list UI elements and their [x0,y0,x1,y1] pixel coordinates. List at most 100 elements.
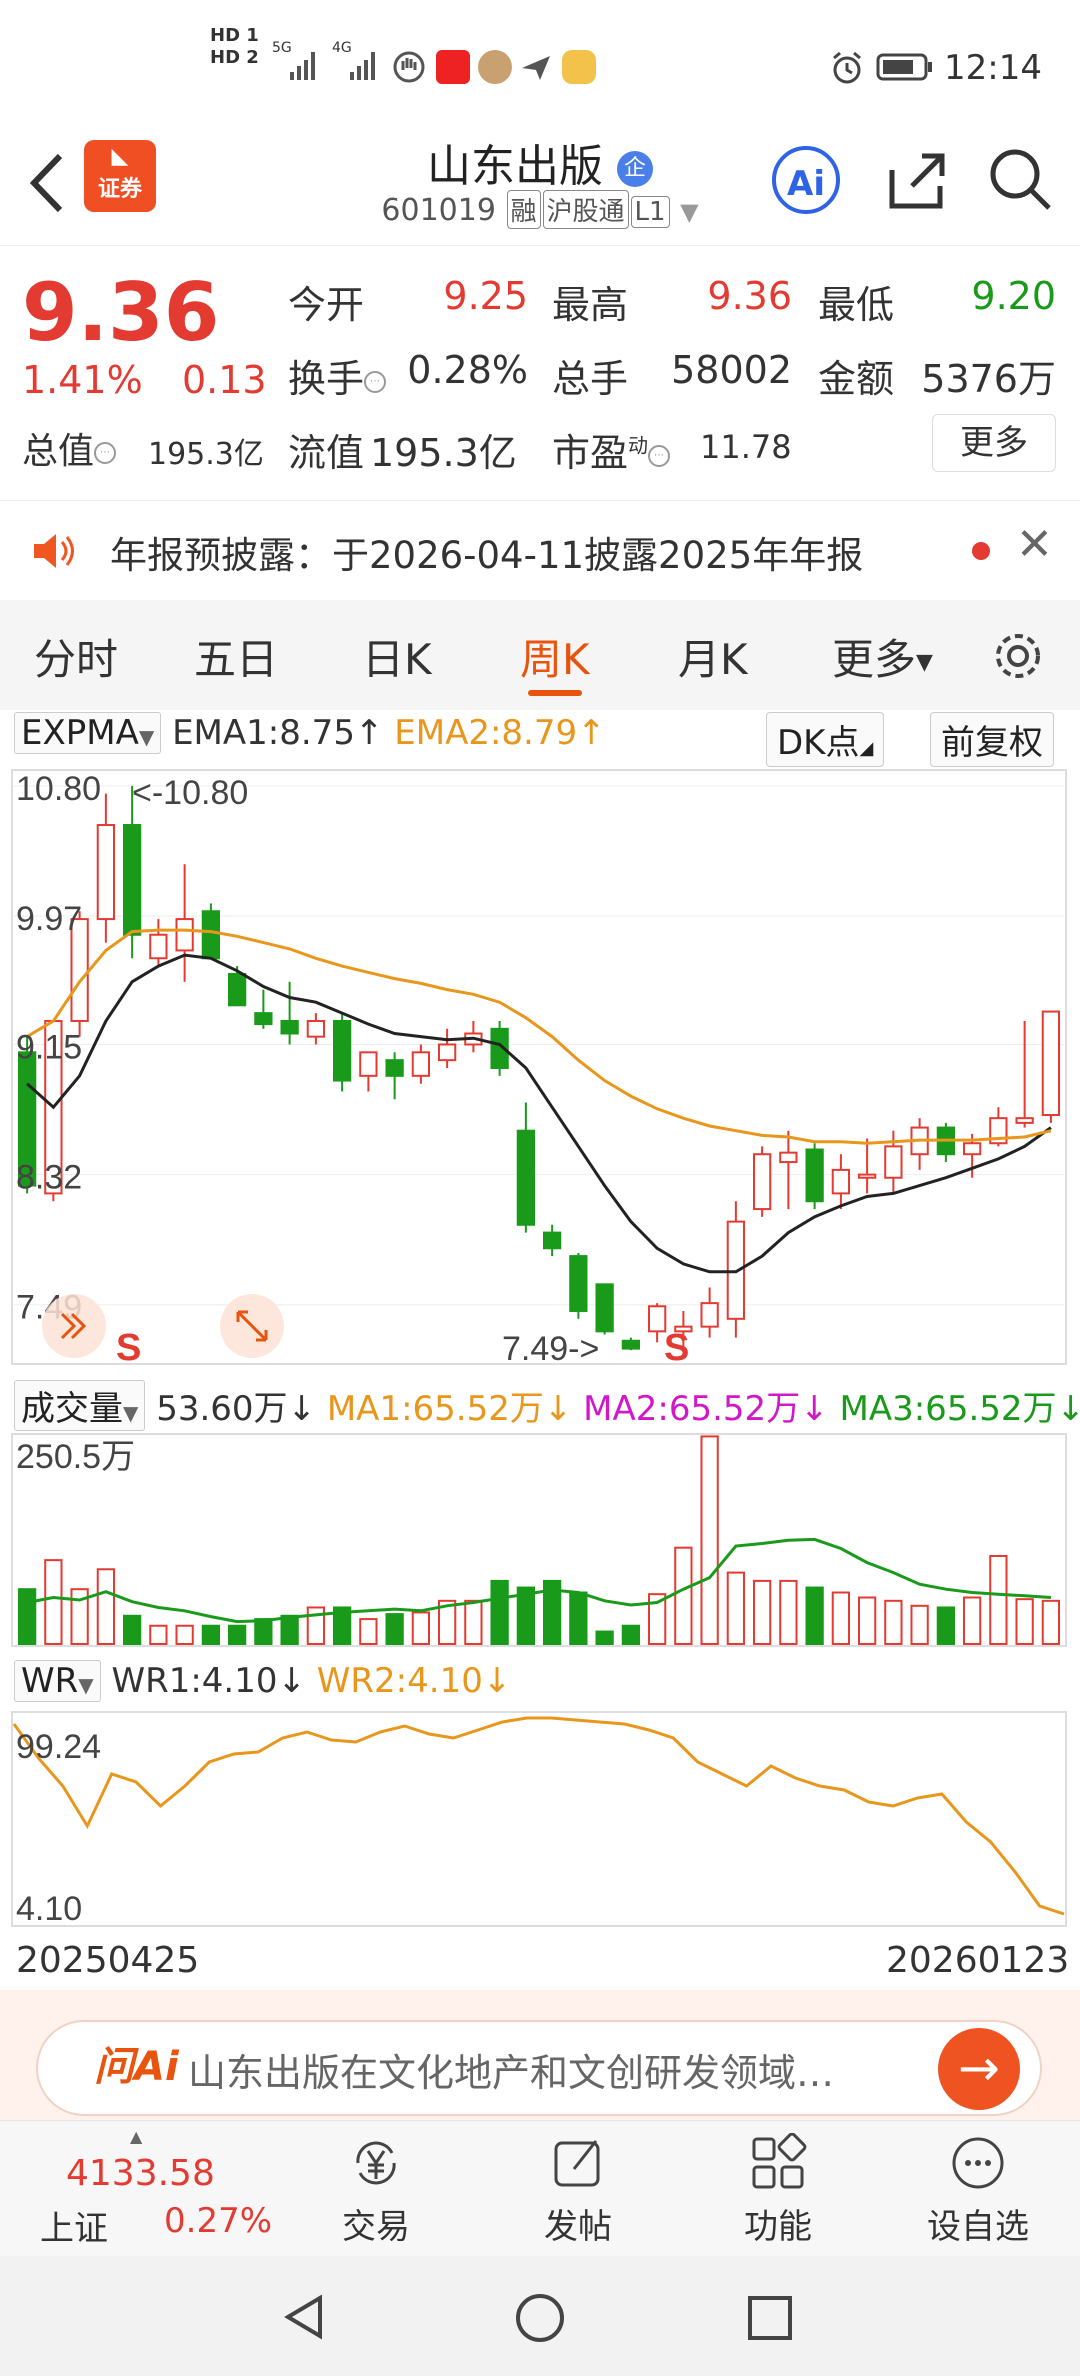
plane-icon [522,56,550,80]
volume-bar [385,1613,404,1646]
candle [359,1051,378,1077]
index-value: 4133.58 [66,2153,215,2194]
clock: 12:14 [944,48,1042,88]
volume-bar [700,1435,719,1645]
candle [779,1151,798,1164]
candle [1041,1010,1061,1117]
candle [122,824,142,936]
candle [175,918,194,952]
corporate-badge: 企 [617,151,653,187]
tab-more[interactable]: 更多▼ [832,626,933,687]
tab-daily-k[interactable]: 日K [362,626,432,687]
nav-add-watchlist[interactable]: 设自选 [908,2133,1048,2248]
index-quote[interactable]: ▲ 4133.58 上证 0.27% [20,2127,272,2249]
ai-section: 问Ai 山东出版在文化地产和文创研发领域… → [0,1990,1080,2120]
candle [332,1019,352,1082]
share-icon[interactable] [882,146,952,216]
candle [752,1153,772,1211]
volume-bar [910,1604,929,1646]
indicator-name: 成交量 [21,1389,123,1429]
indicator-select-volume[interactable]: 成交量▼ [14,1380,146,1431]
arrow-right-icon[interactable]: → [938,2028,1020,2110]
ai-button[interactable]: Ai [772,146,840,214]
low-value: 9.20 [971,274,1056,318]
volume-bar [490,1579,509,1645]
tag-connect: 沪股通 [542,190,629,229]
alarm-icon [833,51,861,84]
ai-query-bar[interactable]: 问Ai 山东出版在文化地产和文创研发领域… → [36,2020,1042,2116]
volume-bar [674,1546,693,1645]
candle [227,972,247,1007]
corner-caret-icon: ◢ [859,738,874,759]
indicator-select-wr[interactable]: WR▼ [14,1660,101,1702]
tab-more-label: 更多 [832,635,917,684]
volume-bar [621,1624,641,1645]
nav-trade[interactable]: 交易 [306,2133,446,2248]
dropdown-caret-icon: ▼ [680,198,699,226]
tag-level: L1 [630,196,670,228]
signal-icon [290,52,315,80]
dk-point-button[interactable]: DK点◢ [766,712,885,767]
min-price-marker: 7.49-> [502,1330,599,1368]
info-icon[interactable]: ⋯ [364,370,387,393]
candle [700,1302,719,1328]
kline-chart[interactable]: 10.809.979.158.327.49 <-10.80 7.49-> S S [0,768,1080,1368]
float-cap-label: 流值 [288,431,365,475]
signal-icon [350,52,375,80]
tab-intraday[interactable]: 分时 [34,626,118,687]
tab-weekly-k[interactable]: 周K [520,626,590,687]
volume-bar [962,1596,982,1645]
volume-bar [149,1624,168,1645]
turnover-label-text: 换手 [288,357,365,401]
nav-recents-icon[interactable] [746,2294,794,2342]
search-icon[interactable] [985,144,1055,214]
volume-bar [44,1559,63,1645]
candle [647,1305,667,1333]
more-quote-button[interactable]: 更多 [932,414,1056,472]
candle [280,1019,299,1035]
expand-left-button[interactable] [42,1294,106,1358]
adjust-select-button[interactable]: 前复权 [930,712,1054,767]
volume-bar [411,1611,431,1646]
y-tick-label: 8.32 [16,1159,82,1197]
volume-chart-frame [11,1433,1067,1647]
volume-chart[interactable]: 250.5万 [0,1432,1080,1648]
wr-min-label: 4.10 [16,1890,82,1928]
info-icon[interactable]: ⋯ [648,444,671,467]
high-value: 9.36 [707,274,792,318]
nav-add-watchlist-label: 设自选 [927,2207,1029,2247]
yen-cycle-icon [356,2141,396,2185]
nav-functions[interactable]: 功能 [708,2133,848,2248]
tag-margin: 融 [506,190,541,229]
expma-header: EXPMA▼ EMA1:8.75↑ EMA2:8.79↑ [14,712,606,754]
volume-bar [752,1579,772,1645]
nav-post[interactable]: 发帖 [508,2133,648,2248]
wr2-value: WR2:4.10↓ [316,1661,512,1701]
volume-bar [96,1568,116,1645]
tab-five-day[interactable]: 五日 [194,626,278,687]
date-start: 20250425 [16,1940,200,1981]
dropdown-caret-icon: ▼ [123,1401,139,1425]
nav-home-icon[interactable] [514,2292,566,2344]
volume-value: 58002 [671,348,792,392]
gear-icon[interactable] [988,626,1048,686]
max-price-marker: <-10.80 [132,774,248,812]
nav-back-icon[interactable] [280,2292,330,2342]
battery-icon [876,53,932,81]
indicator-select-expma[interactable]: EXPMA▼ [14,712,162,754]
candle [96,824,116,921]
index-name: 上证 [40,2209,108,2249]
more-dots-icon [952,2137,1004,2189]
pe-sup: 动 [628,433,649,458]
tab-monthly-k[interactable]: 月K [678,626,748,687]
close-icon[interactable]: ✕ [1016,519,1053,570]
fullscreen-button[interactable] [220,1294,284,1358]
volume-bar [201,1624,221,1645]
wr-chart[interactable]: 99.24 4.10 [0,1710,1080,1928]
ema1-value: EMA1:8.75↑ [172,713,384,753]
change-percent: 1.41% [22,358,143,402]
info-icon[interactable]: ⋯ [94,442,117,464]
candle [516,1129,536,1226]
ai-logo: 问Ai [94,2044,179,2090]
notice-bar[interactable]: 年报预披露：于2026-04-11披露2025年年报 ✕ [0,500,1080,599]
